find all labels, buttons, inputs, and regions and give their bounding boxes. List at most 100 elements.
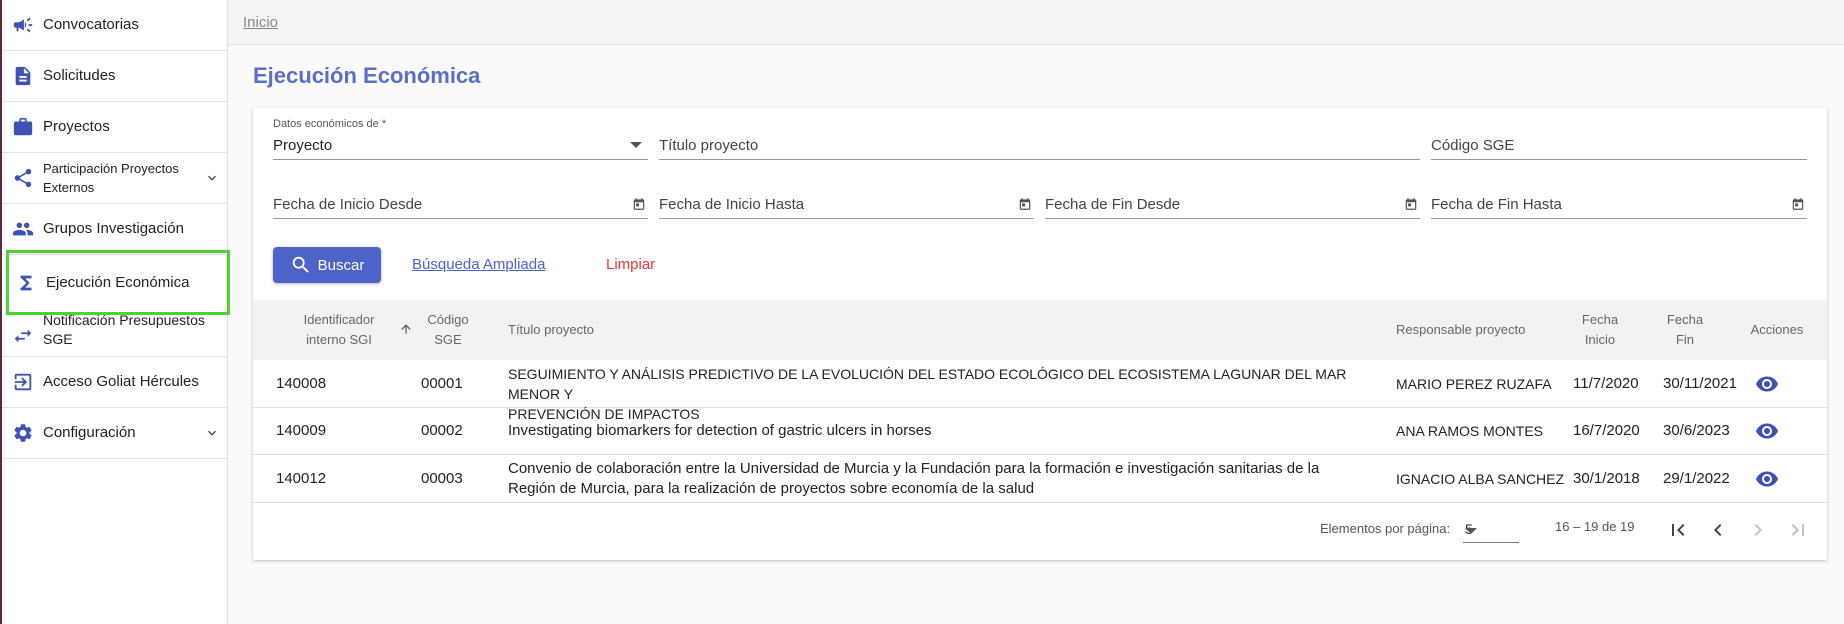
header-identificador[interactable]: Identificador interno SGI	[289, 310, 389, 350]
datos-economicos-select[interactable]: Datos económicos de * Proyecto	[273, 108, 648, 160]
page-size-label: Elementos por página:	[1320, 521, 1451, 536]
field-placeholder: Fecha de Fin Desde	[1045, 196, 1181, 213]
header-acciones: Acciones	[1750, 322, 1804, 337]
header-text: Identificador	[303, 312, 375, 327]
eye-icon[interactable]	[1755, 419, 1779, 443]
share-icon	[12, 167, 34, 189]
cell-fecha-fin: 29/1/2022	[1663, 470, 1730, 487]
sidebar-item-ejecucion-economica[interactable]: Ejecución Económica	[6, 250, 230, 315]
header-text: Fin	[1675, 332, 1695, 347]
cell-fecha-fin: 30/11/2021	[1663, 375, 1737, 392]
paginator: Elementos por página: 5 16 – 19 de 19	[253, 503, 1827, 560]
sigma-icon	[15, 272, 37, 294]
sidebar-item-convocatorias[interactable]: Convocatorias	[2, 0, 228, 51]
cell-fecha-inicio: 16/7/2020	[1573, 422, 1640, 439]
sidebar-item-label: Acceso Goliat Hércules	[43, 373, 199, 390]
field-label: Datos económicos de *	[273, 118, 387, 130]
cell-responsable: IGNACIO ALBA SANCHEZ	[1396, 471, 1565, 487]
sidebar-item-configuracion[interactable]: Configuración	[2, 408, 228, 459]
sidebar-item-solicitudes[interactable]: Solicitudes	[2, 51, 228, 102]
chevron-down-icon[interactable]	[204, 170, 220, 186]
cell-fecha-fin: 30/6/2023	[1663, 422, 1730, 439]
topbar: Inicio	[228, 0, 1844, 45]
people-icon	[12, 218, 34, 240]
fecha-inicio-desde-input[interactable]: Fecha de Inicio Desde	[273, 167, 648, 219]
field-placeholder: Título proyecto	[659, 137, 759, 154]
limpiar-button[interactable]: Limpiar	[606, 256, 655, 273]
page-range: 16 – 19 de 19	[1555, 519, 1635, 534]
sidebar-item-label: Solicitudes	[43, 67, 116, 84]
cell-id: 140012	[276, 470, 327, 487]
cell-titulo-line: Convenio de colaboración entre la Univer…	[508, 460, 1320, 477]
gear-icon	[12, 422, 34, 444]
fecha-inicio-hasta-input[interactable]: Fecha de Inicio Hasta	[659, 167, 1034, 219]
cell-responsable: ANA RAMOS MONTES	[1396, 423, 1544, 439]
cell-fecha-inicio: 11/7/2020	[1573, 375, 1639, 392]
cell-titulo: Investigating biomarkers for detection o…	[508, 422, 932, 439]
busqueda-ampliada-link[interactable]: Búsqueda Ampliada	[412, 256, 545, 273]
eye-icon[interactable]	[1755, 467, 1779, 491]
last-page-button[interactable]	[1783, 515, 1813, 545]
fecha-fin-desde-input[interactable]: Fecha de Fin Desde	[1045, 167, 1420, 219]
chevron-right-icon	[1754, 524, 1762, 536]
header-fecha-inicio[interactable]: Fecha Inicio	[1575, 310, 1625, 350]
field-placeholder: Fecha de Inicio Desde	[273, 196, 423, 213]
previous-page-button[interactable]	[1703, 515, 1733, 545]
header-titulo-proyecto[interactable]: Título proyecto	[508, 320, 594, 340]
caret-down-icon	[630, 142, 642, 148]
sort-arrow-up-icon[interactable]	[399, 322, 413, 336]
cell-codigo: 00002	[421, 422, 463, 439]
cell-id: 140009	[276, 422, 327, 439]
table-row: 140008 00001 SEGUIMIENTO Y ANÁLISIS PRED…	[253, 360, 1827, 422]
header-text: Inicio	[1584, 332, 1616, 347]
search-icon	[292, 256, 309, 273]
sidebar-item-participacion-proyectos-externos[interactable]: Participación Proyectos Externos	[2, 153, 228, 204]
cell-titulo-line: SEGUIMIENTO Y ANÁLISIS PREDICTIVO DE LA …	[508, 366, 1347, 402]
cell-id: 140008	[276, 375, 327, 392]
header-codigo-sge[interactable]: Código SGE	[421, 310, 475, 350]
field-placeholder: Fecha de Inicio Hasta	[659, 196, 805, 213]
header-fecha-fin[interactable]: Fecha Fin	[1665, 310, 1705, 350]
table-row: 140009 00002 Investigating biomarkers fo…	[253, 408, 1827, 455]
fecha-fin-hasta-input[interactable]: Fecha de Fin Hasta	[1431, 167, 1807, 219]
titulo-proyecto-input[interactable]: Título proyecto	[659, 108, 1420, 160]
sidebar-item-grupos-investigacion[interactable]: Grupos Investigación	[2, 204, 228, 255]
document-icon	[12, 65, 34, 87]
swap-icon	[12, 325, 34, 347]
calendar-icon[interactable]	[1404, 197, 1418, 211]
sidebar-item-label: Participación Proyectos Externos	[43, 161, 179, 195]
sidebar-item-acceso-goliat[interactable]: Acceso Goliat Hércules	[2, 357, 228, 408]
cell-codigo: 00001	[421, 375, 463, 392]
table-row: 140012 00003 Convenio de colaboración en…	[253, 455, 1827, 503]
last-page-icon	[1791, 524, 1804, 536]
next-page-button[interactable]	[1743, 515, 1773, 545]
calendar-icon[interactable]	[1791, 197, 1805, 211]
field-value: Proyecto	[273, 137, 333, 154]
cell-codigo: 00003	[421, 470, 463, 487]
first-page-button[interactable]	[1663, 515, 1693, 545]
header-responsable[interactable]: Responsable proyecto	[1396, 320, 1525, 340]
header-text: Fecha	[1581, 312, 1619, 327]
chevron-down-icon[interactable]	[204, 425, 220, 441]
sidebar-item-label: Ejecución Económica	[46, 273, 190, 291]
calendar-icon[interactable]	[632, 197, 646, 211]
page-size-select[interactable]: 5	[1463, 517, 1519, 543]
eye-icon[interactable]	[1755, 372, 1779, 396]
page-title: Ejecución Económica	[253, 63, 481, 88]
calendar-icon[interactable]	[1018, 197, 1032, 211]
login-icon	[12, 371, 34, 393]
first-page-icon	[1672, 524, 1685, 536]
table-header: Identificador interno SGI Código SGE Tít…	[253, 300, 1827, 360]
sidebar-item-proyectos[interactable]: Proyectos	[2, 102, 228, 153]
codigo-sge-input[interactable]: Código SGE	[1431, 108, 1807, 160]
header-text: interno SGI	[306, 332, 372, 347]
megaphone-icon	[12, 14, 34, 36]
buscar-button[interactable]: Buscar	[273, 247, 381, 283]
sidebar-item-label: Convocatorias	[43, 16, 139, 33]
breadcrumb-home[interactable]: Inicio	[243, 14, 278, 31]
sidebar-item-label: Configuración	[43, 424, 136, 441]
buscar-label: Buscar	[317, 256, 365, 274]
sidebar-item-notificacion-presupuestos[interactable]: Notificación Presupuestos SGE	[2, 312, 228, 357]
cell-responsable: MARIO PEREZ RUZAFA	[1396, 376, 1552, 392]
caret-down-icon	[1465, 528, 1477, 534]
